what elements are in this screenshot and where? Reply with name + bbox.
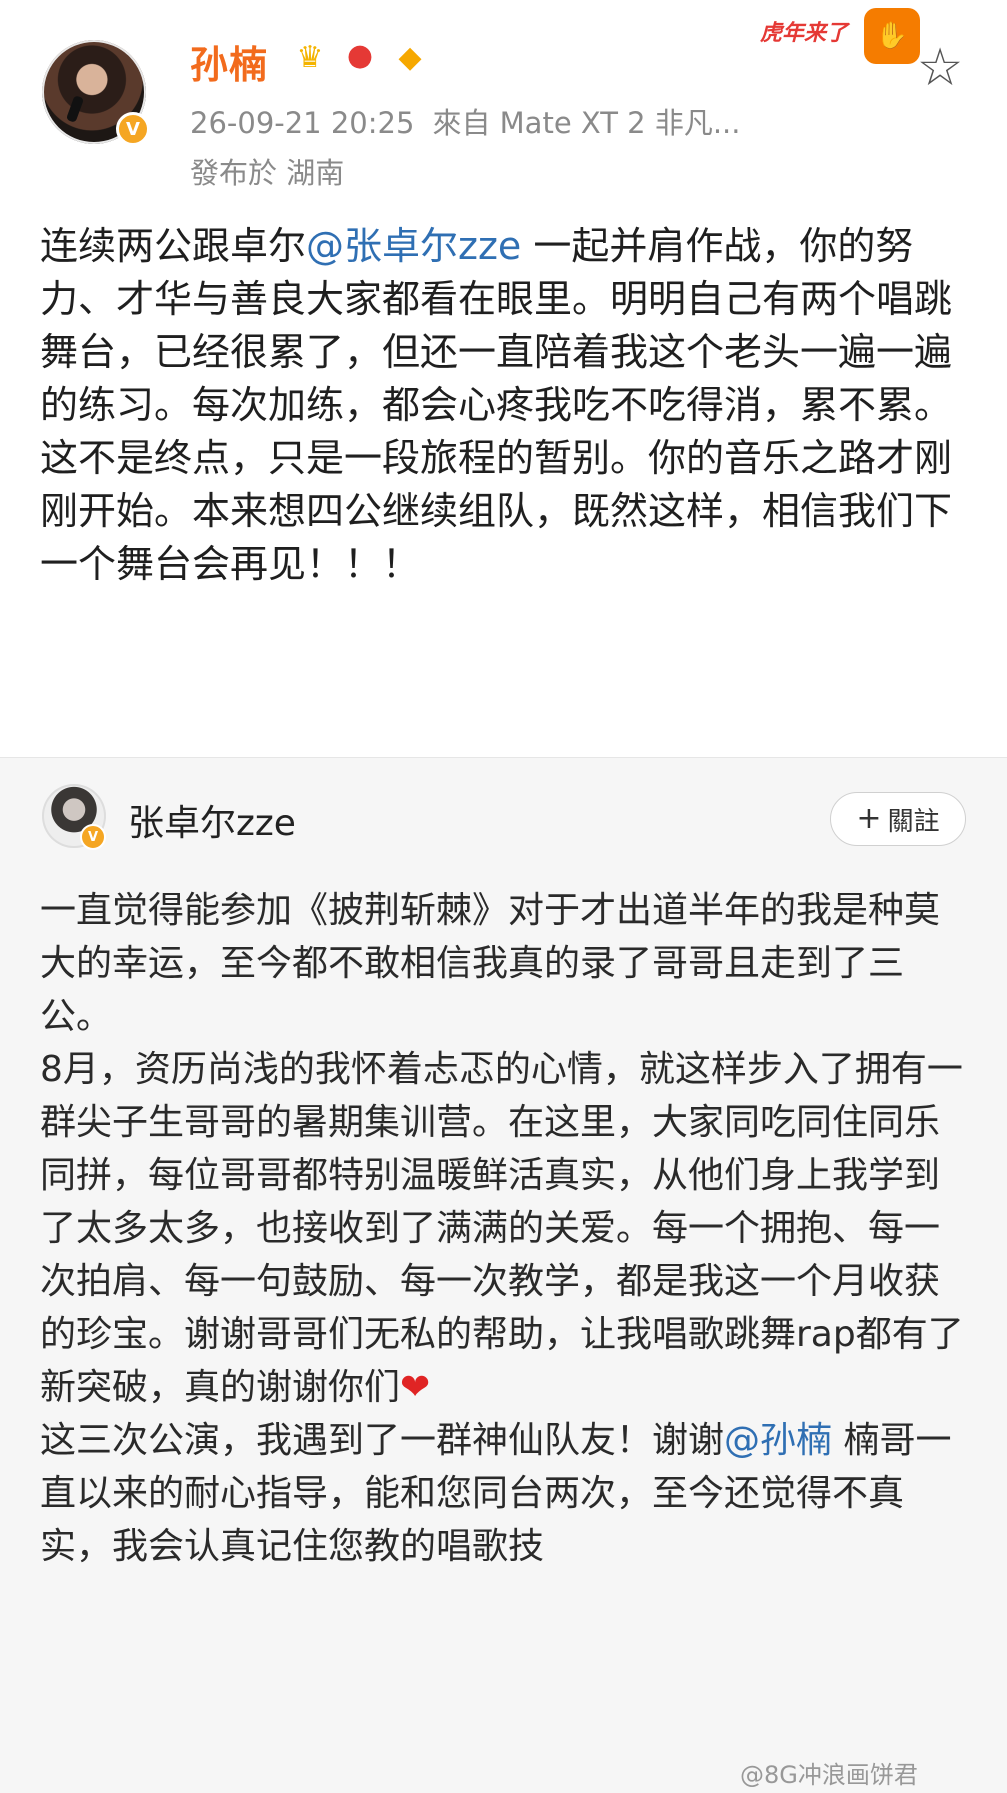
main-post: V 孙楠 ♛ ● ◆ 26-09-21 20:25 來自 Mate XT 2 非凡… <box>0 0 1007 757</box>
bird-icon[interactable]: ● <box>340 36 380 76</box>
mention-link[interactable]: @张卓尔zze <box>306 224 521 268</box>
quoted-paragraph-2-text: 8月，资历尚浅的我怀着忐忑的心情，就这样步入了拥有一群尖子生哥哥的暑期集训营。在… <box>40 1049 964 1408</box>
post-body: 连续两公跟卓尔@张卓尔zze 一起并肩作战，你的努力、才华与善良大家都看在眼里。… <box>40 220 970 591</box>
microphone-shape <box>65 95 85 123</box>
quoted-paragraph-2: 8月，资历尚浅的我怀着忐忑的心情，就这样步入了拥有一群尖子生哥哥的暑期集训营。在… <box>40 1043 970 1414</box>
post-source: 來自 Mate XT 2 非凡... <box>432 106 741 140</box>
author-username[interactable]: 孙楠 <box>190 34 268 89</box>
watermark: @8G冲浪画饼君 <box>740 1761 918 1789</box>
post-location: 發布於 湖南 <box>190 156 345 190</box>
favorite-star-icon[interactable]: ☆ <box>912 40 968 96</box>
post-text-start: 连续两公跟卓尔 <box>40 224 307 268</box>
post-text-rest: 一起并肩作战，你的努力、才华与善良大家都看在眼里。明明自己有两个唱跳舞台，已经很… <box>40 224 953 586</box>
fish-icon[interactable]: ◆ <box>390 38 430 78</box>
post-time: 26-09-21 20:25 <box>190 106 415 140</box>
quoted-author-username[interactable]: 张卓尔zze <box>128 794 296 846</box>
quoted-post[interactable]: V 张卓尔zze + 關註 一直觉得能参加《披荆斩棘》对于才出道半年的我是种莫大… <box>0 758 1007 1793</box>
post-meta: 26-09-21 20:25 來自 Mate XT 2 非凡... <box>190 100 741 142</box>
follow-button[interactable]: + 關註 <box>830 792 966 846</box>
quoted-post-body: 一直觉得能参加《披荆斩棘》对于才出道半年的我是种莫大的幸运，至今都不敢相信我真的… <box>40 884 970 1573</box>
heart-icon: ❤ <box>400 1367 431 1408</box>
new-year-sticker: 虎年来了 ✋ <box>760 8 920 64</box>
crown-icon[interactable]: ♛ <box>290 38 330 78</box>
verified-icon: V <box>80 824 106 850</box>
quoted-paragraph-3: 这三次公演，我遇到了一群神仙队友！谢谢@孙楠 楠哥一直以来的耐心指导，能和您同台… <box>40 1414 970 1573</box>
follow-label: 關註 <box>887 806 940 837</box>
sticker-text: 虎年来了 <box>760 21 849 46</box>
quoted-paragraph-3-start: 这三次公演，我遇到了一群神仙队友！谢谢 <box>40 1420 725 1461</box>
quoted-paragraph-1: 一直觉得能参加《披荆斩棘》对于才出道半年的我是种莫大的幸运，至今都不敢相信我真的… <box>40 890 941 1037</box>
plus-icon: + <box>856 801 882 836</box>
mention-link[interactable]: @孙楠 <box>724 1420 832 1461</box>
verified-icon: V <box>116 112 150 146</box>
